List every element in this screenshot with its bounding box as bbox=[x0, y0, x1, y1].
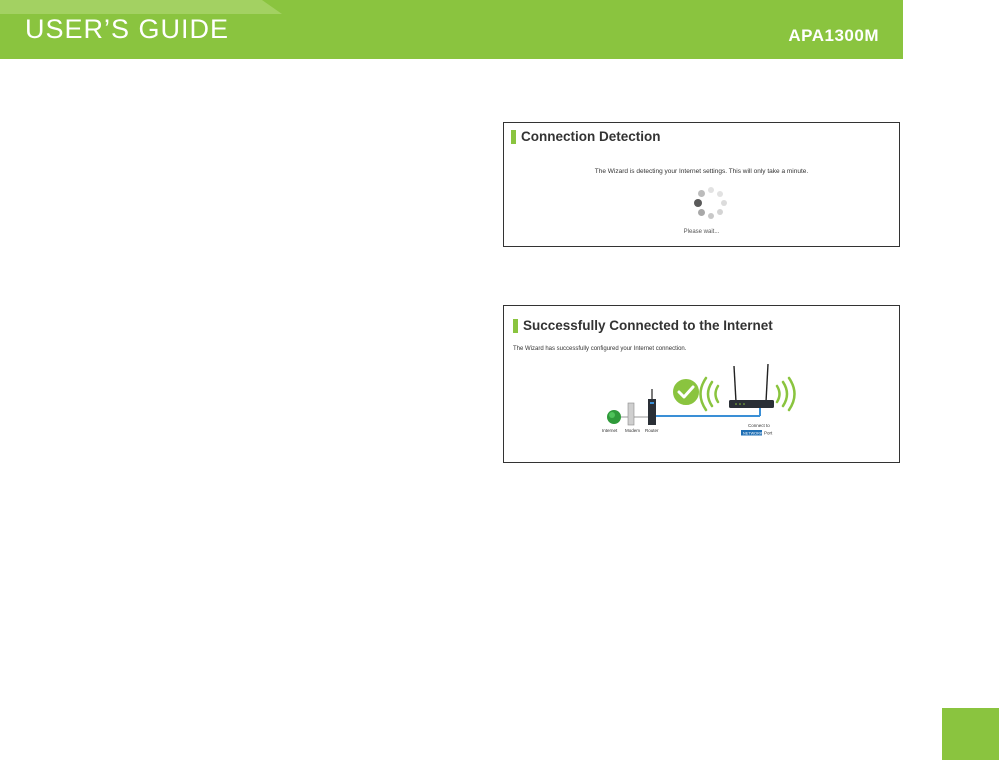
page-corner-tab bbox=[942, 708, 999, 760]
globe-icon bbox=[607, 410, 621, 424]
model-name: APA1300M bbox=[788, 26, 879, 45]
router-label: Router bbox=[645, 428, 659, 433]
connection-success-screenshot: Successfully Connected to the Internet T… bbox=[503, 305, 900, 463]
spinner-dot bbox=[698, 190, 706, 198]
please-wait-text: Please wait... bbox=[683, 229, 720, 235]
spinner-dot bbox=[707, 212, 715, 220]
modem-label: Modem bbox=[625, 428, 640, 433]
port-label: Port bbox=[764, 430, 773, 435]
access-point-icon bbox=[729, 363, 774, 408]
title-accent-bar bbox=[511, 129, 516, 144]
spinner-dot bbox=[721, 200, 727, 206]
header-slope bbox=[0, 0, 282, 14]
guide-title: USER’S GUIDE bbox=[25, 14, 230, 44]
checkmark-icon bbox=[671, 377, 701, 407]
modem-icon bbox=[627, 402, 635, 426]
page-header: USER’S GUIDE APA1300M bbox=[0, 0, 903, 59]
loading-spinner-icon bbox=[694, 186, 728, 220]
connection-detection-screenshot: Connection Detection The Wizard is detec… bbox=[503, 122, 900, 247]
spinner-dot bbox=[717, 209, 724, 216]
connection-detection-title: Connection Detection bbox=[511, 129, 661, 144]
connection-detection-title-text: Connection Detection bbox=[521, 129, 661, 144]
network-label: NETWORK bbox=[743, 431, 763, 435]
spinner-dot bbox=[698, 208, 706, 216]
network-diagram: Internet Modem Router Connect to NETWORK… bbox=[602, 363, 796, 436]
spinner-dot bbox=[694, 199, 702, 207]
spinner-dot bbox=[717, 190, 724, 197]
detecting-message: The Wizard is detecting your Internet se… bbox=[594, 168, 809, 175]
internet-label: Internet bbox=[602, 428, 618, 433]
connect-to-label: Connect to bbox=[748, 423, 770, 428]
spinner-dot bbox=[708, 187, 714, 193]
router-icon bbox=[648, 389, 656, 425]
